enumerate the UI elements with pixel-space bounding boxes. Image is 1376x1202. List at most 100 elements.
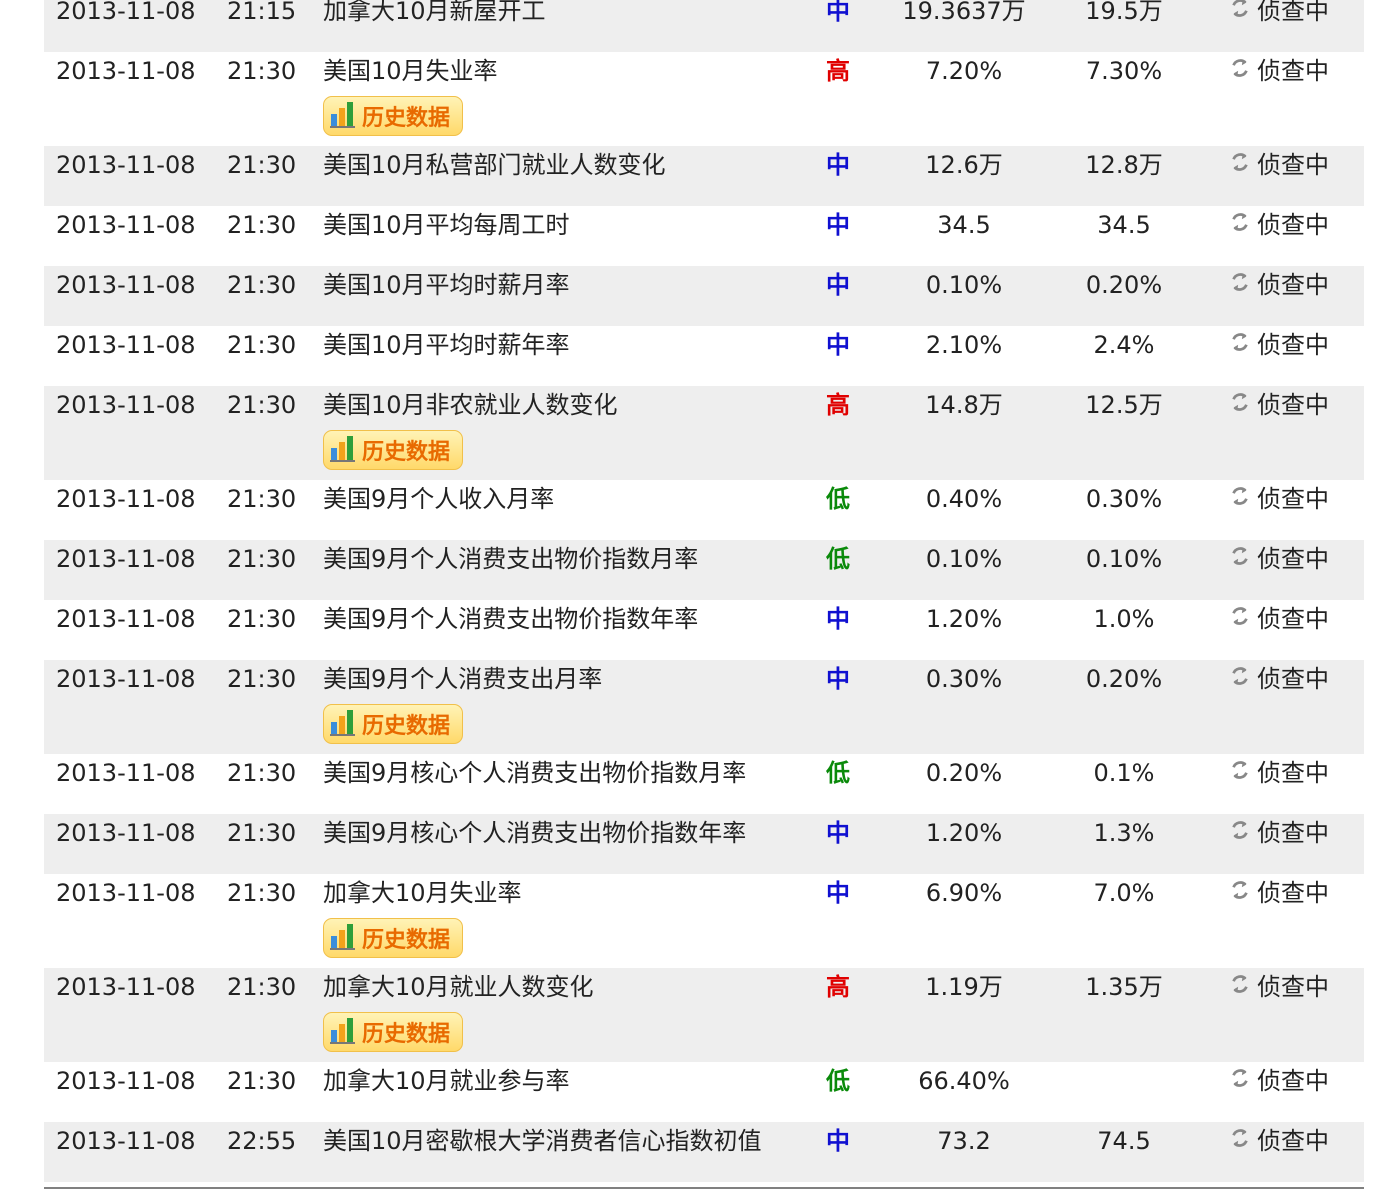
history-data-label: 历史数据 (362, 928, 451, 953)
event-name[interactable]: 美国10月失业率 (323, 56, 498, 86)
actual-status: 侦查中 (1229, 390, 1329, 420)
event-date: 2013-11-08 (56, 1067, 196, 1095)
forecast-value: 74.5 (1097, 1127, 1151, 1155)
refresh-icon[interactable] (1229, 758, 1251, 788)
refresh-icon[interactable] (1229, 604, 1251, 634)
history-data-label: 历史数据 (362, 440, 451, 465)
event-name[interactable]: 美国9月个人收入月率 (323, 484, 554, 514)
table-row: 2013-11-08 21:30 加拿大10月失业率 中 6.90% 7.0% 侦查中 历史数… (44, 874, 1364, 968)
table-row: 2013-11-08 21:30 美国9月个人消费支出物价指数月率 低 0.10% 0.1… (44, 540, 1364, 600)
refresh-icon[interactable] (1229, 1066, 1251, 1096)
refresh-icon[interactable] (1229, 150, 1251, 180)
event-date: 2013-11-08 (56, 665, 196, 693)
history-data-button[interactable]: 历史数据 (323, 918, 463, 958)
event-time: 21:30 (227, 819, 297, 847)
actual-status-label: 侦查中 (1257, 0, 1329, 25)
event-name[interactable]: 美国9月个人消费支出物价指数年率 (323, 604, 698, 634)
refresh-icon[interactable] (1229, 390, 1251, 420)
actual-status: 侦查中 (1229, 270, 1329, 300)
event-name[interactable]: 美国10月私营部门就业人数变化 (323, 150, 666, 180)
table-row: 2013-11-08 21:30 加拿大10月就业参与率 低 66.40% 侦查中 (44, 1062, 1364, 1122)
event-date: 2013-11-08 (56, 57, 196, 85)
importance-level: 低 (826, 759, 850, 787)
table-row: 2013-11-08 21:15 加拿大10月新屋开工 中 19.3637万 19.5万 侦… (44, 0, 1364, 52)
importance-level: 中 (826, 665, 850, 693)
bar-chart-icon (330, 434, 356, 466)
previous-value: 0.40% (925, 485, 1003, 513)
importance-level: 低 (826, 485, 850, 513)
previous-value: 0.10% (925, 271, 1003, 299)
event-time: 21:30 (227, 211, 297, 239)
actual-status-label: 侦查中 (1257, 271, 1329, 299)
event-time: 21:30 (227, 485, 297, 513)
previous-value: 19.3637万 (902, 0, 1026, 25)
event-name[interactable]: 美国10月平均每周工时 (323, 210, 570, 240)
event-name[interactable]: 美国9月核心个人消费支出物价指数年率 (323, 818, 746, 848)
actual-status-label: 侦查中 (1257, 391, 1329, 419)
history-data-label: 历史数据 (362, 106, 451, 131)
event-date: 2013-11-08 (56, 545, 196, 573)
actual-status-label: 侦查中 (1257, 1127, 1329, 1155)
table-bottom-divider (44, 1187, 1364, 1189)
history-data-button[interactable]: 历史数据 (323, 96, 463, 136)
event-name[interactable]: 美国9月个人消费支出月率 (323, 664, 602, 694)
previous-value: 0.20% (925, 759, 1003, 787)
history-data-button[interactable]: 历史数据 (323, 430, 463, 470)
actual-status: 侦查中 (1229, 330, 1329, 360)
event-date: 2013-11-08 (56, 605, 196, 633)
history-data-button[interactable]: 历史数据 (323, 704, 463, 744)
refresh-icon[interactable] (1229, 56, 1251, 86)
event-name[interactable]: 美国9月个人消费支出物价指数月率 (323, 544, 698, 574)
forecast-value: 0.1% (1093, 759, 1155, 787)
event-date: 2013-11-08 (56, 211, 196, 239)
bar-chart-icon (330, 100, 356, 132)
event-time: 21:30 (227, 1067, 297, 1095)
event-name[interactable]: 美国10月密歇根大学消费者信心指数初值 (323, 1126, 762, 1156)
event-name[interactable]: 加拿大10月新屋开工 (323, 0, 546, 26)
refresh-icon[interactable] (1229, 878, 1251, 908)
event-name[interactable]: 美国10月平均时薪月率 (323, 270, 570, 300)
previous-value: 6.90% (925, 879, 1003, 907)
actual-status-label: 侦查中 (1257, 211, 1329, 239)
forecast-value: 7.0% (1093, 879, 1155, 907)
table-row: 2013-11-08 21:30 美国10月失业率 高 7.20% 7.30% 侦查中 历史数… (44, 52, 1364, 146)
previous-value: 7.20% (925, 57, 1003, 85)
table-row: 2013-11-08 21:30 美国10月非农就业人数变化 高 14.8万 12.5万 侦… (44, 386, 1364, 480)
refresh-icon[interactable] (1229, 330, 1251, 360)
event-time: 22:55 (227, 1127, 297, 1155)
refresh-icon[interactable] (1229, 484, 1251, 514)
history-data-button[interactable]: 历史数据 (323, 1012, 463, 1052)
refresh-icon[interactable] (1229, 210, 1251, 240)
event-name[interactable]: 美国9月核心个人消费支出物价指数月率 (323, 758, 746, 788)
event-name[interactable]: 美国10月非农就业人数变化 (323, 390, 618, 420)
event-name[interactable]: 加拿大10月就业人数变化 (323, 972, 594, 1002)
importance-level: 中 (826, 879, 850, 907)
refresh-icon[interactable] (1229, 818, 1251, 848)
event-name[interactable]: 加拿大10月失业率 (323, 878, 522, 908)
previous-value: 1.20% (925, 819, 1003, 847)
event-date: 2013-11-08 (56, 271, 196, 299)
importance-level: 低 (826, 545, 850, 573)
table-row: 2013-11-08 21:30 美国10月平均每周工时 中 34.5 34.5 侦查中 (44, 206, 1364, 266)
actual-status: 侦查中 (1229, 210, 1329, 240)
actual-status-label: 侦查中 (1257, 57, 1329, 85)
table-row: 2013-11-08 21:30 美国10月平均时薪月率 中 0.10% 0.20% 侦查中 (44, 266, 1364, 326)
event-name[interactable]: 美国10月平均时薪年率 (323, 330, 570, 360)
event-time: 21:30 (227, 545, 297, 573)
refresh-icon[interactable] (1229, 544, 1251, 574)
refresh-icon[interactable] (1229, 664, 1251, 694)
refresh-icon[interactable] (1229, 0, 1251, 26)
event-date: 2013-11-08 (56, 819, 196, 847)
actual-status: 侦查中 (1229, 544, 1329, 574)
event-name[interactable]: 加拿大10月就业参与率 (323, 1066, 570, 1096)
refresh-icon[interactable] (1229, 1126, 1251, 1156)
forecast-value: 0.20% (1085, 271, 1163, 299)
importance-level: 中 (826, 0, 850, 25)
table-row: 2013-11-08 21:30 美国9月核心个人消费支出物价指数月率 低 0.20% 0… (44, 754, 1364, 814)
actual-status: 侦查中 (1229, 972, 1329, 1002)
previous-value: 14.8万 (925, 391, 1003, 419)
event-time: 21:30 (227, 331, 297, 359)
history-data-label: 历史数据 (362, 714, 451, 739)
refresh-icon[interactable] (1229, 972, 1251, 1002)
refresh-icon[interactable] (1229, 270, 1251, 300)
